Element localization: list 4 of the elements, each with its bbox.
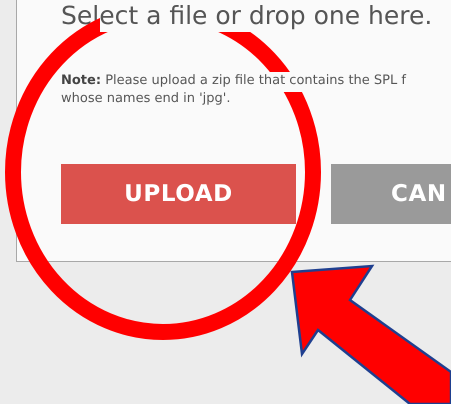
cancel-button[interactable]: CAN (331, 164, 451, 224)
upload-note: Note: Please upload a zip file that contains the SPL f whose names end in 'jpg'. (61, 72, 408, 108)
upload-button[interactable]: UPLOAD (61, 164, 296, 224)
drop-zone-heading: Select a file or drop one here. (61, 0, 434, 32)
